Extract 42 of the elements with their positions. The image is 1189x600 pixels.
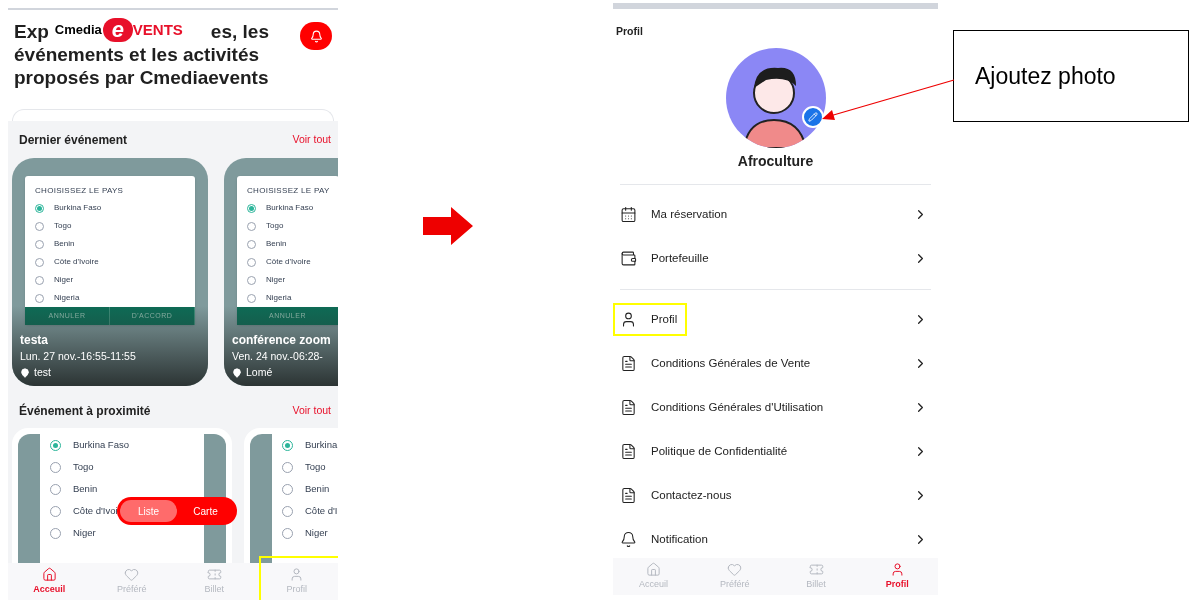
option-label: Côte d'I: [305, 503, 338, 518]
logo-text: VENTS: [132, 22, 183, 38]
logo-text: Cmedia: [54, 23, 102, 37]
option-label: Benin: [54, 238, 75, 250]
event-title: conférence zoom: [232, 333, 331, 348]
option-label: Burkina: [305, 437, 338, 452]
section-title: Dernier événement: [19, 132, 128, 149]
headline-text: es, les: [210, 20, 269, 43]
option-label: Burkina Faso: [54, 202, 102, 214]
option-label: Niger: [73, 525, 96, 540]
screen-title: Profil: [616, 24, 644, 39]
event-title: testa: [20, 333, 49, 348]
option-label: Côte d'Ivoi: [73, 503, 118, 518]
option-label: Benin: [73, 481, 98, 496]
dialog-title: CHOISISSEZ LE PAYS: [35, 185, 125, 197]
headline-text: événements et les activités: [14, 43, 261, 66]
option-label: Togo: [266, 220, 284, 232]
option-label: Benin: [305, 481, 330, 496]
option-label: Togo: [73, 459, 94, 474]
option-label: Niger: [266, 274, 286, 286]
option-label: Burkina Faso: [266, 202, 314, 214]
headline-text: Exp: [14, 20, 49, 43]
event-place: Lomé: [246, 365, 273, 380]
headline-text: proposés par Cmediaevents: [14, 66, 269, 89]
event-date: Ven. 24 nov.-06:28-: [232, 349, 324, 364]
option-label: Nigeria: [54, 292, 80, 304]
option-label: Togo: [54, 220, 72, 232]
callout-text: Ajoutez photo: [975, 61, 1116, 91]
option-label: Burkina Faso: [73, 437, 129, 452]
option-label: Nigeria: [266, 292, 292, 304]
option-label: Niger: [305, 525, 328, 540]
option-label: Côte d'Ivoire: [54, 256, 99, 268]
event-date: Lun. 27 nov.-16:55-11:55: [20, 349, 137, 364]
logo-mark: e: [102, 18, 133, 42]
option-label: Togo: [305, 459, 326, 474]
section-title: Événement à proximité: [19, 402, 151, 420]
option-label: Niger: [54, 274, 74, 286]
user-name: Afroculture: [737, 151, 814, 171]
option-label: Côte d'Ivoire: [266, 256, 311, 268]
option-label: Benin: [266, 238, 287, 250]
dialog-title: CHOISISSEZ LE PAY: [247, 185, 329, 197]
event-place: test: [34, 365, 51, 380]
